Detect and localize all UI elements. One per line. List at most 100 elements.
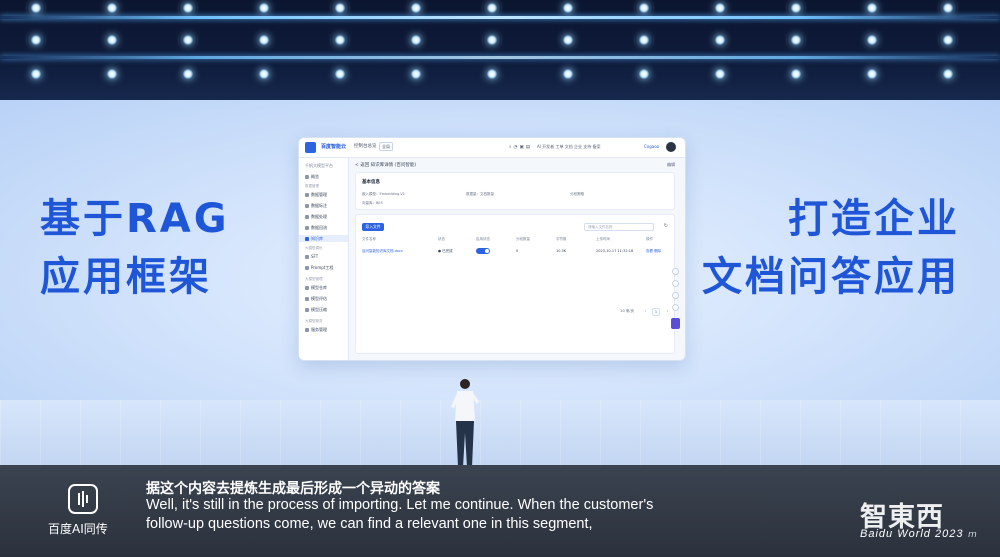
row-chars: 10.5K xyxy=(556,249,567,253)
stage-light xyxy=(107,69,117,79)
edit-button[interactable]: 编辑 xyxy=(667,162,675,168)
stage-light xyxy=(715,69,725,79)
page-number[interactable]: 1 xyxy=(652,308,660,316)
stage-light xyxy=(259,3,269,13)
header-user[interactable]: Cogaoo xyxy=(644,144,659,149)
chat-assistant-icon[interactable] xyxy=(671,318,680,329)
sidebar-group-data: 数据管理 xyxy=(305,184,319,188)
float-service-icon[interactable] xyxy=(672,304,679,311)
stage-light xyxy=(335,35,345,45)
info-split-strategy: 分段策略 xyxy=(570,192,584,196)
stage-light xyxy=(639,69,649,79)
stage-light xyxy=(411,3,421,13)
stage-light xyxy=(31,35,41,45)
stage-light xyxy=(183,35,193,45)
row-enable-toggle[interactable] xyxy=(476,248,490,254)
home-icon xyxy=(305,174,309,179)
sidebar-item-data-return[interactable]: 数据回流 xyxy=(305,224,327,231)
breadcrumb[interactable]: < 返回 知识库详情 (百问智能) xyxy=(355,162,416,168)
right-title-line1: 打造企业 xyxy=(788,196,960,242)
th-actions: 操作 xyxy=(646,237,653,241)
basic-info-title: 基本信息 xyxy=(362,180,380,185)
stage-light xyxy=(563,3,573,13)
sidebar-product-name: 千帆大模型平台 xyxy=(305,163,333,168)
backdrop-left-title: 基于RAG 应用框架 xyxy=(40,190,230,306)
prev-page-icon[interactable]: ‹ xyxy=(645,309,646,313)
sidebar-item-data-label[interactable]: 数据标注 xyxy=(305,202,327,209)
file-search-input[interactable]: 请输入文件名称 xyxy=(584,223,654,231)
baidu-ai-interpret-label: 百度AI同传 xyxy=(48,522,108,536)
sidebar-group-tuning: 大模型调优 xyxy=(305,246,323,250)
file-list-card: 导入文件 请输入文件名称 ↻ 文件名称 状态 启用状态 分段数量 字符数 上传时… xyxy=(355,214,675,354)
sidebar-item-model-compress[interactable]: 模型压缩 xyxy=(305,306,327,313)
header-links[interactable]: AI 开发者 工单 文档 企业 支持 备案 xyxy=(537,144,601,150)
stage-light xyxy=(943,69,953,79)
knowledge-base-console: 百度智能云 控制台总览 全局 ⌕◔▣▤ AI 开发者 工单 文档 企业 支持 备… xyxy=(298,137,686,361)
th-segments: 分段数量 xyxy=(516,237,530,241)
stage-light xyxy=(107,35,117,45)
stage-light xyxy=(487,69,497,79)
stage-light xyxy=(259,69,269,79)
stage-light xyxy=(563,69,573,79)
stage-light xyxy=(639,3,649,13)
sidebar-group-service: 大模型服务 xyxy=(305,319,323,323)
sidebar-item-data-process[interactable]: 数据处理 xyxy=(305,213,327,220)
menu-icon[interactable] xyxy=(305,142,316,153)
refresh-icon[interactable]: ↻ xyxy=(664,223,668,229)
stage-light xyxy=(715,35,725,45)
app-header: 百度智能云 控制台总览 全局 ⌕◔▣▤ AI 开发者 工单 文档 企业 支持 备… xyxy=(299,138,685,158)
stage-light xyxy=(791,69,801,79)
stage-light xyxy=(411,69,421,79)
stage-floor xyxy=(0,400,1000,465)
stage-light xyxy=(867,69,877,79)
subtitle-english-line2: follow-up questions come, we can find a … xyxy=(146,516,593,532)
th-chars: 字符数 xyxy=(556,237,567,241)
stage-light xyxy=(791,35,801,45)
console-tab[interactable]: 控制台总览 xyxy=(354,143,377,149)
info-embedding: 嵌入模型：Embedding-V1 xyxy=(362,192,406,196)
compress-icon xyxy=(305,307,309,312)
stage-light xyxy=(487,35,497,45)
sidebar-item-service[interactable]: 服务管理 xyxy=(305,326,327,333)
tag-icon xyxy=(305,203,309,208)
stage-light xyxy=(563,35,573,45)
cart-icon[interactable]: ▤ xyxy=(526,145,532,150)
sidebar-item-model-repo[interactable]: 模型仓库 xyxy=(305,284,327,291)
avatar[interactable] xyxy=(666,142,676,152)
sidebar-item-knowledge-base[interactable]: 知识库 xyxy=(299,235,348,242)
float-feedback-icon[interactable] xyxy=(672,280,679,287)
stage-light xyxy=(107,3,117,13)
sidebar-item-prompt[interactable]: Prompt工程 xyxy=(305,264,333,271)
sidebar-item-data-manage[interactable]: 数据管理 xyxy=(305,191,327,198)
sidebar-item-sft[interactable]: SFT xyxy=(305,253,318,260)
sidebar-group-model: 大模型管理 xyxy=(305,277,323,281)
stage-light xyxy=(335,69,345,79)
speaker-figure xyxy=(451,379,479,469)
sidebar-item-overview[interactable]: 概览 xyxy=(305,173,319,180)
left-title-line1: 基于RAG xyxy=(40,196,230,242)
stage-light xyxy=(867,3,877,13)
light-beam-top xyxy=(0,16,1000,19)
stage-light xyxy=(31,3,41,13)
stage-light xyxy=(487,3,497,13)
page-size-select[interactable]: 10 条/页 xyxy=(620,309,634,314)
prompt-icon xyxy=(305,265,309,270)
row-actions[interactable]: 查看 删除 xyxy=(646,249,661,254)
th-enabled: 启用状态 xyxy=(476,237,490,241)
baidu-world-label: Baidu World 2023 xyxy=(860,528,964,540)
repo-icon xyxy=(305,285,309,290)
row-segments: 0 xyxy=(516,249,519,253)
next-page-icon[interactable]: › xyxy=(667,309,668,313)
chart-icon xyxy=(305,296,309,301)
stage-ceiling xyxy=(0,0,1000,100)
row-file-name[interactable]: 百问智能知识库文档.docx xyxy=(362,249,403,254)
sidebar-item-model-eval[interactable]: 模型评估 xyxy=(305,295,327,302)
float-help-icon[interactable] xyxy=(672,268,679,275)
row-time: 2023-10-17 11:32:18 xyxy=(596,249,634,253)
stage-light xyxy=(639,35,649,45)
import-file-button[interactable]: 导入文件 xyxy=(362,223,384,231)
subtitle-english-line1: Well, it's still in the process of impor… xyxy=(146,497,654,513)
region-select[interactable]: 全局 xyxy=(379,142,393,151)
float-top-icon[interactable] xyxy=(672,292,679,299)
database-icon xyxy=(305,192,309,197)
